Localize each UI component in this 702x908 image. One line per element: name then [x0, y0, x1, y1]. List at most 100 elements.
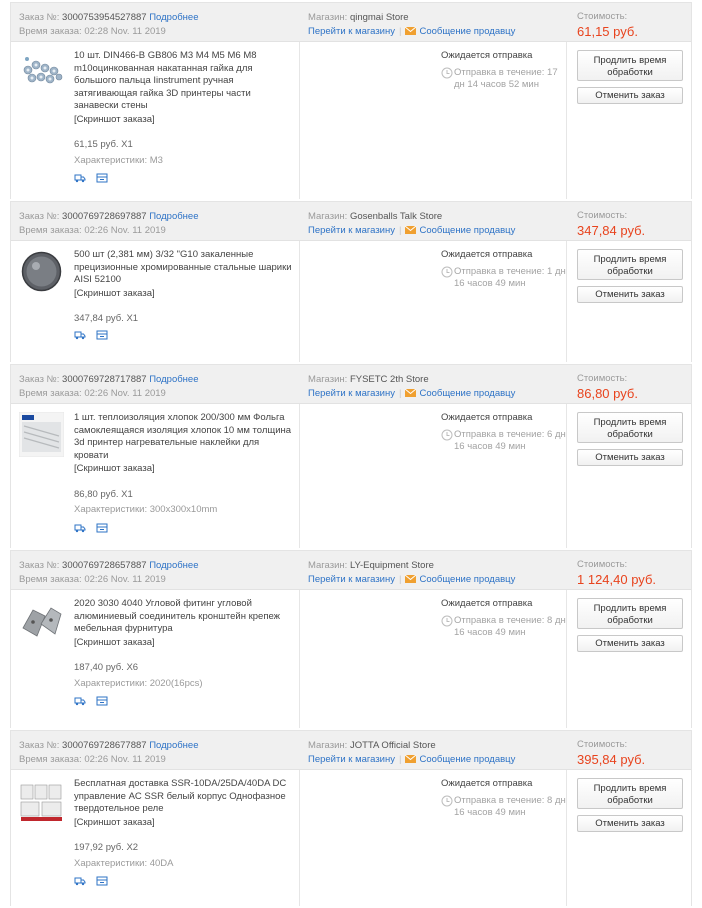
invoice-icon[interactable]	[96, 330, 108, 340]
order-time: 02:26 Nov. 11 2019	[84, 574, 166, 585]
order-number-label: Заказ №:	[19, 211, 60, 222]
cancel-order-button[interactable]: Отменить заказ	[577, 815, 683, 832]
order-header: Заказ №: 3000769728677887 Подробнее Врем…	[11, 731, 691, 770]
invoice-icon[interactable]	[96, 696, 108, 706]
order-screenshot-link[interactable]: [Скриншот заказа]	[74, 637, 294, 650]
shipping-status: Ожидается отправка	[441, 778, 533, 789]
delivery-truck-icon[interactable]	[74, 876, 86, 886]
order-card: Заказ №: 3000769728677887 Подробнее Врем…	[10, 730, 692, 906]
store-name: FYSETC 2th Store	[349, 374, 429, 385]
message-seller-link[interactable]: Сообщение продавцу	[405, 388, 515, 399]
order-time: 02:26 Nov. 11 2019	[84, 754, 166, 765]
order-cost: 61,15 руб.	[577, 24, 638, 39]
message-seller-link[interactable]: Сообщение продавцу	[405, 574, 515, 585]
invoice-icon[interactable]	[96, 876, 108, 886]
delivery-truck-icon[interactable]	[74, 330, 86, 340]
order-screenshot-link[interactable]: [Скриншот заказа]	[74, 463, 294, 476]
shipping-status: Ожидается отправка	[441, 412, 533, 423]
item-price-qty: 86,80 руб. X1	[74, 488, 133, 500]
order-details-link[interactable]: Подробнее	[149, 374, 198, 385]
goto-store-link[interactable]: Перейти к магазину	[308, 388, 395, 399]
order-screenshot-link[interactable]: [Скриншот заказа]	[74, 288, 294, 301]
order-details-link[interactable]: Подробнее	[149, 560, 198, 571]
clock-icon	[441, 266, 453, 278]
cancel-order-button[interactable]: Отменить заказ	[577, 87, 683, 104]
order-header: Заказ №: 3000769728697887 Подробнее Врем…	[11, 202, 691, 241]
store-name: LY-Equipment Store	[349, 560, 434, 571]
order-time-label: Время заказа:	[19, 574, 82, 585]
envelope-icon	[405, 389, 417, 397]
clock-icon	[441, 795, 453, 807]
cancel-order-button[interactable]: Отменить заказ	[577, 635, 683, 652]
spec-label: Характеристики:	[74, 504, 148, 515]
order-cost: 1 124,40 руб.	[577, 572, 657, 587]
message-seller-link[interactable]: Сообщение продавцу	[405, 754, 515, 765]
cancel-order-button[interactable]: Отменить заказ	[577, 286, 683, 303]
product-thumbnail[interactable]	[19, 778, 64, 823]
order-time-label: Время заказа:	[19, 26, 82, 37]
store-label: Магазин:	[308, 740, 348, 751]
order-number: 3000769728677887	[62, 740, 147, 751]
order-details-link[interactable]: Подробнее	[149, 740, 198, 751]
goto-store-link[interactable]: Перейти к магазину	[308, 26, 395, 37]
order-header: Заказ №: 3000769728657887 Подробнее Врем…	[11, 551, 691, 590]
cost-label: Стоимость:	[577, 11, 628, 22]
product-title[interactable]: 500 шт (2,381 мм) 3/32 "G10 закаленные п…	[74, 249, 294, 287]
order-time-label: Время заказа:	[19, 388, 82, 399]
product-title[interactable]: Бесплатная доставка SSR-10DA/25DA/40DA D…	[74, 778, 294, 816]
order-number: 3000769728657887	[62, 560, 147, 571]
item-price-qty: 197,92 руб. X2	[74, 842, 139, 853]
extend-processing-button[interactable]: Продлить время обработки	[577, 598, 683, 629]
order-card: Заказ №: 3000769728717887 Подробнее Врем…	[10, 364, 692, 548]
order-time-label: Время заказа:	[19, 754, 82, 765]
envelope-icon	[405, 226, 417, 234]
message-seller-link[interactable]: Сообщение продавцу	[405, 225, 515, 236]
store-label: Магазин:	[308, 211, 348, 222]
delivery-truck-icon[interactable]	[74, 173, 86, 183]
delivery-truck-icon[interactable]	[74, 523, 86, 533]
order-number-label: Заказ №:	[19, 374, 60, 385]
envelope-icon	[405, 575, 417, 583]
goto-store-link[interactable]: Перейти к магазину	[308, 754, 395, 765]
order-screenshot-link[interactable]: [Скриншот заказа]	[74, 114, 294, 127]
store-name: Gosenballs Talk Store	[349, 211, 443, 222]
goto-store-link[interactable]: Перейти к магазину	[308, 574, 395, 585]
order-header: Заказ №: 3000753954527887 Подробнее Врем…	[11, 3, 691, 42]
order-cost: 347,84 руб.	[577, 223, 646, 238]
product-title[interactable]: 10 шт. DIN466-B GB806 M3 M4 M5 M6 M8 m10…	[74, 50, 294, 113]
product-thumbnail[interactable]	[19, 50, 64, 95]
order-time: 02:26 Nov. 11 2019	[84, 225, 166, 236]
ship-within-label: Отправка в течение:	[454, 794, 545, 806]
envelope-icon	[405, 27, 417, 35]
cost-label: Стоимость:	[577, 210, 628, 221]
ship-within-label: Отправка в течение:	[454, 428, 545, 440]
extend-processing-button[interactable]: Продлить время обработки	[577, 249, 683, 280]
product-thumbnail[interactable]	[19, 598, 64, 643]
extend-processing-button[interactable]: Продлить время обработки	[577, 412, 683, 443]
invoice-icon[interactable]	[96, 173, 108, 183]
product-thumbnail[interactable]	[19, 412, 64, 457]
spec-label: Характеристики:	[74, 154, 148, 166]
message-seller-link[interactable]: Сообщение продавцу	[405, 26, 515, 37]
product-title[interactable]: 1 шт. теплоизоляция хлопок 200/300 мм Фо…	[74, 412, 294, 462]
product-title[interactable]: 2020 3030 4040 Угловой фитинг угловой ал…	[74, 598, 294, 636]
goto-store-link[interactable]: Перейти к магазину	[308, 225, 395, 236]
extend-processing-button[interactable]: Продлить время обработки	[577, 778, 683, 809]
shipping-status: Ожидается отправка	[441, 249, 533, 260]
shipping-status: Ожидается отправка	[441, 50, 533, 61]
delivery-truck-icon[interactable]	[74, 696, 86, 706]
product-thumbnail[interactable]	[19, 249, 64, 294]
item-price-qty: 347,84 руб. X1	[74, 313, 139, 324]
order-details-link[interactable]: Подробнее	[149, 12, 198, 23]
invoice-icon[interactable]	[96, 523, 108, 533]
extend-processing-button[interactable]: Продлить время обработки	[577, 50, 683, 81]
ship-within-label: Отправка в течение:	[454, 614, 545, 626]
order-details-link[interactable]: Подробнее	[149, 211, 198, 222]
order-screenshot-link[interactable]: [Скриншот заказа]	[74, 817, 294, 830]
spec-label: Характеристики:	[74, 857, 148, 869]
spec-value: 2020(16pcs)	[149, 677, 203, 689]
spec-value: 300x300x10mm	[149, 504, 218, 515]
cancel-order-button[interactable]: Отменить заказ	[577, 449, 683, 466]
clock-icon	[441, 67, 453, 79]
store-label: Магазин:	[308, 560, 348, 571]
